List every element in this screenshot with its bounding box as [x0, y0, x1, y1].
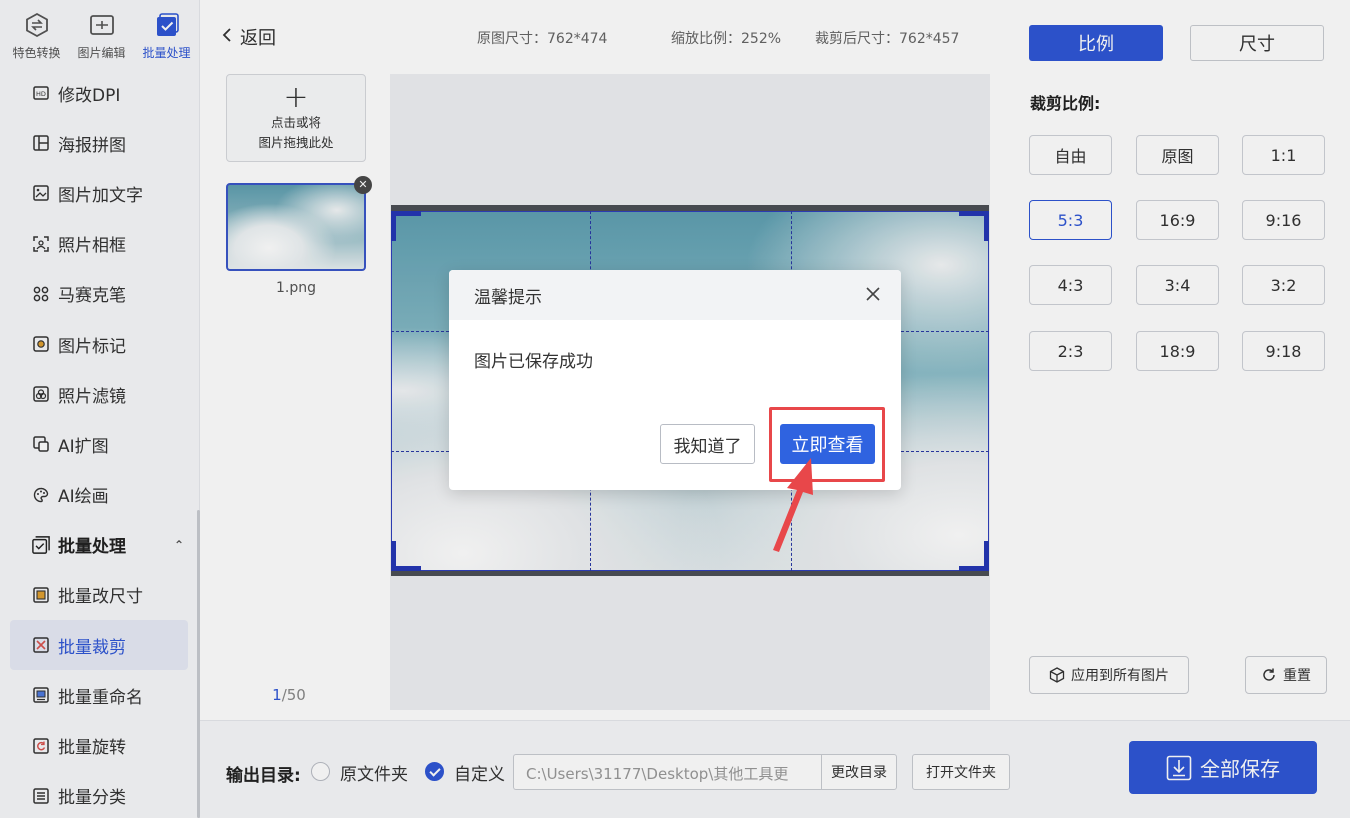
dialog-header: 温馨提示	[449, 270, 901, 320]
dialog-title: 温馨提示	[474, 287, 542, 308]
got-it-button[interactable]: 我知道了	[660, 424, 755, 464]
close-icon[interactable]	[863, 284, 883, 304]
dialog-message: 图片已保存成功	[474, 352, 593, 372]
pointer-arrow-icon	[773, 458, 813, 552]
